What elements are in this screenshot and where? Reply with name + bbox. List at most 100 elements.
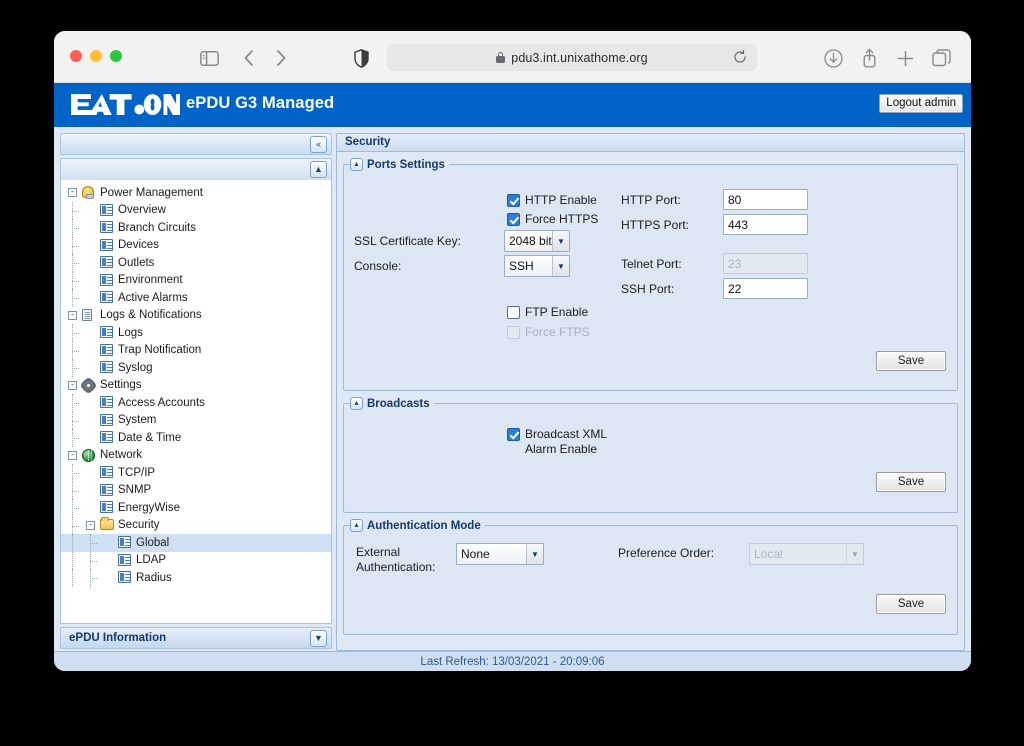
tree-item-overview[interactable]: Overview (61, 201, 331, 219)
forward-icon[interactable] (270, 47, 292, 69)
broadcasts-toggle-icon[interactable]: ▲ (350, 397, 363, 410)
console-select[interactable]: SSH ▼ (504, 255, 570, 277)
tree-guide-dash (72, 490, 79, 492)
last-refresh-text: Last Refresh: 13/03/2021 - 20:09:06 (420, 655, 605, 668)
ftp-enable-checkbox[interactable] (507, 306, 520, 319)
address-bar[interactable]: pdu3.int.unixathome.org (387, 44, 757, 71)
tree-expander-toggle[interactable]: - (68, 310, 77, 320)
force-https-checkbox[interactable] (507, 213, 520, 226)
new-tab-icon[interactable] (894, 47, 916, 69)
tree-expander-toggle[interactable]: - (68, 188, 77, 197)
tree-expander-toggle[interactable]: - (68, 450, 77, 460)
eaton-logo (71, 94, 180, 115)
tree-item-outlets[interactable]: Outlets (61, 254, 331, 272)
ssl-certificate-key-select[interactable]: 2048 bit ▼ (504, 230, 570, 252)
broadcasts-save-button[interactable]: Save (876, 472, 946, 492)
reload-icon[interactable] (733, 50, 747, 69)
tree-item-system[interactable]: System (61, 411, 331, 429)
tree-item-snmp[interactable]: SNMP (61, 481, 331, 499)
preference-order-label: Preference Order: (618, 546, 715, 560)
tree-item-date-time[interactable]: Date & Time (61, 429, 331, 447)
tree-item-radius[interactable]: Radius (61, 569, 331, 587)
tree-item-settings[interactable]: - Settings (61, 377, 331, 395)
ports-settings-save-button[interactable]: Save (876, 351, 946, 371)
tree-guide-dash (90, 578, 97, 579)
http-enable-checkbox[interactable] (507, 194, 520, 207)
http-enable-row[interactable]: HTTP Enable (507, 193, 597, 208)
tree-item-label: Outlets (118, 256, 155, 269)
tree-item-global[interactable]: Global (61, 534, 331, 552)
tree-item-ldap[interactable]: LDAP (61, 551, 331, 569)
tree-expander-toggle[interactable]: - (68, 380, 77, 390)
tree-item-branch-circuits[interactable]: Branch Circuits (61, 219, 331, 237)
force-https-row[interactable]: Force HTTPS (507, 212, 598, 227)
tree-item-security[interactable]: - Security (61, 516, 331, 534)
tree-item-logs-notifications[interactable]: - Logs & Notifications (61, 307, 331, 325)
shield-icon[interactable] (350, 47, 372, 69)
http-port-input[interactable] (723, 189, 808, 210)
ssl-certificate-key-value: 2048 bit (509, 234, 552, 248)
page-icon (100, 361, 114, 374)
ssh-port-input[interactable] (723, 278, 808, 299)
expand-epdu-information-button[interactable]: ▼ (310, 630, 327, 647)
broadcast-xml-alarm-checkbox[interactable] (507, 428, 520, 441)
preference-order-select: Local ▼ (749, 543, 864, 565)
tree-item-devices[interactable]: Devices (61, 236, 331, 254)
broadcast-xml-alarm-label-line1: Broadcast XML (525, 427, 608, 441)
ports-settings-toggle-icon[interactable]: ▲ (350, 158, 363, 171)
tree-item-environment[interactable]: Environment (61, 271, 331, 289)
ssl-certificate-key-label: SSL Certificate Key: (354, 234, 461, 248)
tree-guide-dash (90, 560, 97, 562)
tree-guide-line (72, 569, 73, 587)
tree-item-energywise[interactable]: EnergyWise (61, 499, 331, 517)
telnet-port-label: Telnet Port: (621, 257, 682, 271)
tabs-icon[interactable] (930, 47, 952, 69)
navigation-tree[interactable]: - Power Management Overview Branch Circuits… (60, 180, 332, 624)
tree-header: ▲ (60, 158, 332, 180)
bulb-icon (82, 186, 96, 200)
tree-item-power-management[interactable]: - Power Management (61, 184, 331, 202)
epdu-information-bar[interactable]: ePDU Information ▼ (60, 627, 332, 649)
tree-item-label: Security (118, 519, 160, 532)
tree-item-active-alarms[interactable]: Active Alarms (61, 289, 331, 307)
page-icon-glyph (118, 553, 131, 566)
tree-item-trap-notification[interactable]: Trap Notification (61, 341, 331, 359)
authentication-mode-toggle-icon[interactable]: ▲ (350, 519, 363, 532)
share-icon[interactable] (858, 47, 880, 69)
tree-item-logs[interactable]: Logs (61, 324, 331, 342)
folder-icon (100, 516, 114, 532)
ftp-enable-row[interactable]: FTP Enable (507, 305, 588, 320)
page-icon-glyph (118, 571, 131, 584)
tree-item-label: System (118, 414, 157, 427)
tree-item-network[interactable]: - Network (61, 447, 331, 465)
tree-item-access-accounts[interactable]: Access Accounts (61, 394, 331, 412)
page-icon-glyph (100, 273, 113, 286)
broadcast-xml-alarm-row[interactable]: Broadcast XML Alarm Enable (507, 427, 607, 457)
page-icon (118, 553, 132, 567)
minimize-window-button[interactable] (90, 50, 102, 62)
tree-item-tcp-ip[interactable]: TCP/IP (61, 464, 331, 482)
epdu-information-label: ePDU Information (69, 632, 167, 644)
page-icon-glyph (100, 343, 113, 356)
external-authentication-select[interactable]: None ▼ (456, 543, 544, 565)
logs-icon (82, 308, 96, 322)
tree-item-syslog[interactable]: Syslog (61, 359, 331, 377)
tree-expander-toggle[interactable]: - (86, 520, 95, 530)
download-icon[interactable] (822, 47, 844, 69)
tree-guide-dash (72, 228, 79, 229)
tree-guide-dash (90, 543, 97, 544)
tree-guide-dash (72, 473, 79, 474)
sidebar-toggle-icon[interactable] (198, 47, 220, 69)
collapse-tree-button[interactable]: ▲ (310, 161, 327, 178)
https-port-input[interactable] (723, 214, 808, 235)
back-icon[interactable] (238, 47, 260, 69)
tree-item-label: TCP/IP (118, 466, 156, 479)
collapse-sidebar-button[interactable]: « (310, 136, 327, 153)
logout-button[interactable]: Logout admin (879, 94, 963, 113)
tree-guide-dash (72, 350, 79, 352)
maximize-window-button[interactable] (110, 50, 122, 62)
tree-guide-dash (72, 438, 79, 439)
authentication-mode-save-button[interactable]: Save (876, 594, 946, 614)
close-window-button[interactable] (70, 50, 82, 62)
url-text: pdu3.int.unixathome.org (511, 50, 648, 65)
